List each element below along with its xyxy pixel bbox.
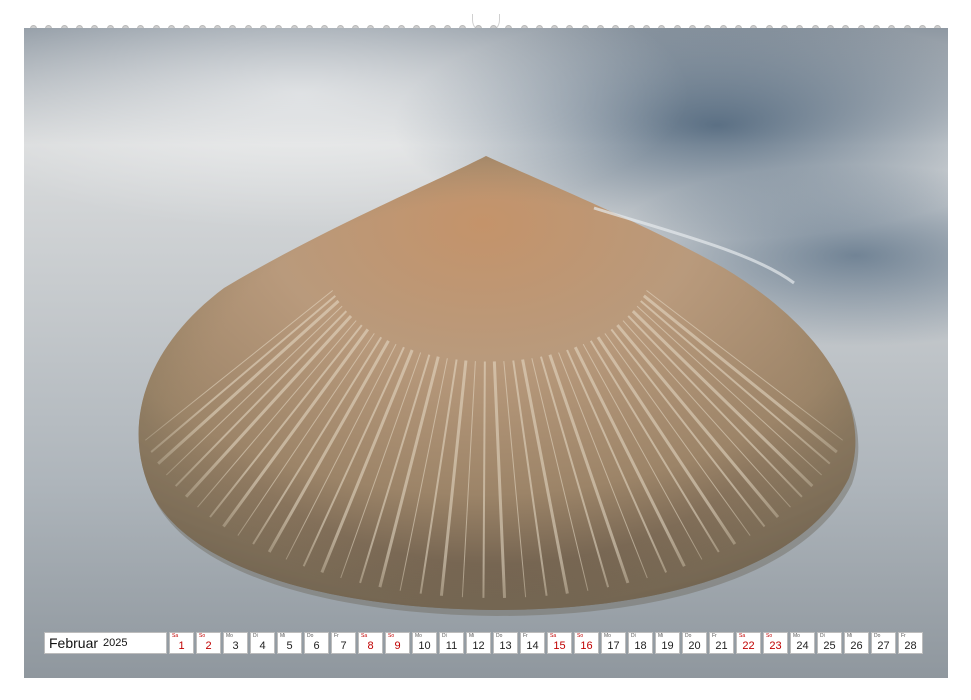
day-cell: Fr 28 [898,632,923,654]
day-cell: Do 27 [871,632,896,654]
day-number: 26 [850,640,863,652]
day-number: 11 [445,640,458,652]
day-cell: Mi 12 [466,632,491,654]
calendar-date-strip: Februar 2025 Sa 1 So 2 Mo 3 Di 4 Mi 5 Do 6 Fr 7 Sa 8 So 9… [44,632,923,654]
day-number: 18 [634,640,647,652]
day-cell: Do 20 [682,632,707,654]
day-cell: Mo 17 [601,632,626,654]
day-number: 28 [904,640,917,652]
day-cell: Do 13 [493,632,518,654]
day-cell: Sa 8 [358,632,383,654]
day-cell: Fr 21 [709,632,734,654]
month-name: Februar [49,635,99,651]
calendar-photo [24,28,948,678]
day-number: 7 [340,640,347,652]
day-number: 27 [877,640,890,652]
day-cell: Sa 22 [736,632,761,654]
day-number: 6 [313,640,320,652]
day-number: 16 [580,640,593,652]
day-number: 21 [715,640,728,652]
day-number: 9 [394,640,401,652]
day-cell: So 23 [763,632,788,654]
day-cell: Do 6 [304,632,329,654]
day-number: 10 [418,640,431,652]
sand-cone-image [138,156,859,616]
day-cell: So 16 [574,632,599,654]
day-cell: Mi 19 [655,632,680,654]
month-year: 2025 [103,637,128,649]
day-number: 12 [472,640,485,652]
day-cell: Di 25 [817,632,842,654]
day-cell: Sa 1 [169,632,194,654]
day-number: 5 [286,640,293,652]
day-cell: Mo 3 [223,632,248,654]
day-number: 8 [367,640,374,652]
day-cell: Mi 26 [844,632,869,654]
day-number: 1 [178,640,185,652]
day-number: 15 [553,640,566,652]
day-number: 14 [526,640,539,652]
day-number: 13 [499,640,512,652]
day-number: 23 [769,640,782,652]
day-number: 24 [796,640,809,652]
day-cell: Fr 14 [520,632,545,654]
day-cell: Sa 15 [547,632,572,654]
month-label-cell: Februar 2025 [44,632,167,654]
day-number: 20 [688,640,701,652]
day-cell: Fr 7 [331,632,356,654]
day-cell: Di 4 [250,632,275,654]
day-cell: So 2 [196,632,221,654]
day-cell: Di 18 [628,632,653,654]
day-number: 17 [607,640,620,652]
day-cell: Mo 24 [790,632,815,654]
day-number: 25 [823,640,836,652]
day-number: 19 [661,640,674,652]
day-cell: So 9 [385,632,410,654]
day-number: 3 [232,640,239,652]
day-number: 2 [205,640,212,652]
day-cell: Mo 10 [412,632,437,654]
day-cell: Di 11 [439,632,464,654]
day-number: 22 [742,640,755,652]
day-number: 4 [259,640,266,652]
day-cell: Mi 5 [277,632,302,654]
